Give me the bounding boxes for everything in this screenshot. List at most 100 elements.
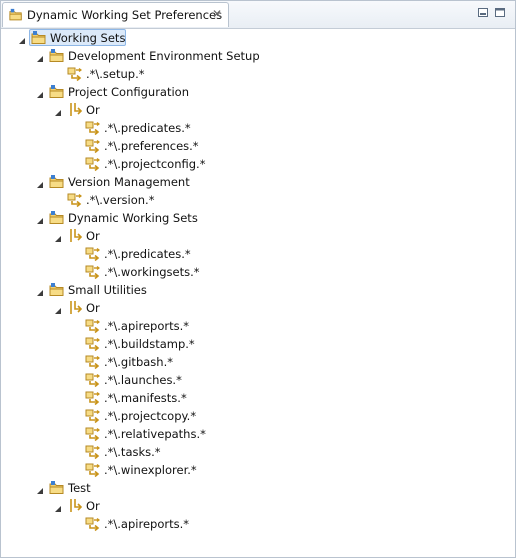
minimize-icon[interactable]	[477, 7, 489, 18]
expanded-twisty-icon[interactable]	[35, 51, 45, 62]
tree-item[interactable]: .*\.apireports.*	[1, 515, 513, 533]
tree-item[interactable]: .*\.winexplorer.*	[1, 461, 513, 479]
tree-item-label: Working Sets	[50, 31, 126, 45]
name-pattern-icon	[85, 156, 101, 172]
tree-item-label: .*\.projectconfig.*	[104, 157, 206, 171]
tree-item-label: .*\.projectcopy.*	[104, 409, 197, 423]
tree-item[interactable]: .*\.apireports.*	[1, 317, 513, 335]
tree-item-label: .*\.manifests.*	[104, 391, 187, 405]
tree-item[interactable]: .*\.predicates.*	[1, 119, 513, 137]
tree-item-label: .*\.apireports.*	[104, 517, 189, 531]
name-pattern-icon	[85, 120, 101, 136]
working-set-folder-icon	[31, 30, 47, 46]
view-tab[interactable]: Dynamic Working Set Preferences ✕	[2, 2, 229, 27]
tree-item[interactable]: .*\.gitbash.*	[1, 353, 513, 371]
name-pattern-icon	[85, 264, 101, 280]
expanded-twisty-icon[interactable]	[53, 231, 63, 242]
name-pattern-icon	[85, 138, 101, 154]
tree-item[interactable]: Dynamic Working Sets	[1, 209, 513, 227]
working-set-folder-icon	[49, 174, 65, 190]
working-set-folder-icon	[49, 84, 65, 100]
or-operator-icon	[67, 300, 83, 316]
tree-item[interactable]: .*\.launches.*	[1, 371, 513, 389]
view-tab-title: Dynamic Working Set Preferences	[27, 8, 223, 22]
tree-item[interactable]: .*\.version.*	[1, 191, 513, 209]
expanded-twisty-icon[interactable]	[35, 285, 45, 296]
tree-item-label: Or	[86, 103, 100, 117]
name-pattern-icon	[85, 462, 101, 478]
tree-item[interactable]: Development Environment Setup	[1, 47, 513, 65]
tree-item-label: .*\.apireports.*	[104, 319, 189, 333]
tree-item-label: Version Management	[68, 175, 190, 189]
tree-item[interactable]: Or	[1, 497, 513, 515]
expanded-twisty-icon[interactable]	[35, 177, 45, 188]
tree-item-label: .*\.gitbash.*	[104, 355, 173, 369]
tree-item-label: Small Utilities	[68, 283, 147, 297]
tree-item-label: .*\.workingsets.*	[104, 265, 200, 279]
tree-item-label: .*\.relativepaths.*	[104, 427, 206, 441]
view-frame: Dynamic Working Set Preferences ✕ Workin…	[0, 0, 516, 558]
tree-item-label: Or	[86, 301, 100, 315]
tree-item-label: .*\.predicates.*	[104, 121, 191, 135]
expanded-twisty-icon[interactable]	[53, 501, 63, 512]
tree-item[interactable]: .*\.manifests.*	[1, 389, 513, 407]
working-sets-tree[interactable]: Working Sets Development Environment Setu…	[1, 29, 515, 557]
name-pattern-icon	[85, 444, 101, 460]
tree-item[interactable]: Project Configuration	[1, 83, 513, 101]
tree-item[interactable]: .*\.tasks.*	[1, 443, 513, 461]
tree-item[interactable]: .*\.predicates.*	[1, 245, 513, 263]
tree-item-label: .*\.predicates.*	[104, 247, 191, 261]
tree-item[interactable]: .*\.workingsets.*	[1, 263, 513, 281]
expanded-twisty-icon[interactable]	[53, 105, 63, 116]
or-operator-icon	[67, 228, 83, 244]
tree-item[interactable]: .*\.relativepaths.*	[1, 425, 513, 443]
or-operator-icon	[67, 102, 83, 118]
working-set-folder-icon	[9, 8, 23, 22]
tree-item-label: Or	[86, 499, 100, 513]
name-pattern-icon	[85, 408, 101, 424]
tree-item[interactable]: .*\.projectcopy.*	[1, 407, 513, 425]
tree-item-label: .*\.preferences.*	[104, 139, 199, 153]
name-pattern-icon	[85, 390, 101, 406]
tree-item-label: .*\.buildstamp.*	[104, 337, 195, 351]
tree-item[interactable]: Or	[1, 101, 513, 119]
tree-item-label: .*\.winexplorer.*	[104, 463, 197, 477]
tree-item-label: Project Configuration	[68, 85, 189, 99]
name-pattern-icon	[85, 372, 101, 388]
view-tab-bar: Dynamic Working Set Preferences ✕	[1, 1, 515, 29]
working-set-folder-icon	[49, 210, 65, 226]
name-pattern-icon	[85, 354, 101, 370]
expanded-twisty-icon[interactable]	[35, 87, 45, 98]
tree-item-label: .*\.tasks.*	[104, 445, 161, 459]
expanded-twisty-icon[interactable]	[17, 33, 27, 44]
tree-item-label: .*\.launches.*	[104, 373, 182, 387]
tree-item-label: Test	[68, 481, 91, 495]
name-pattern-icon	[85, 246, 101, 262]
tree-item[interactable]: Working Sets	[1, 29, 513, 47]
tree-item-label: Or	[86, 229, 100, 243]
tree-item-label: Development Environment Setup	[68, 49, 260, 63]
expanded-twisty-icon[interactable]	[53, 303, 63, 314]
working-set-folder-icon	[49, 480, 65, 496]
tree-item[interactable]: .*\.projectconfig.*	[1, 155, 513, 173]
tree-item-label: .*\.setup.*	[86, 67, 145, 81]
working-set-folder-icon	[49, 282, 65, 298]
tree-item[interactable]: .*\.setup.*	[1, 65, 513, 83]
working-set-folder-icon	[49, 48, 65, 64]
tree-item[interactable]: .*\.preferences.*	[1, 137, 513, 155]
close-icon[interactable]: ✕	[212, 7, 226, 21]
expanded-twisty-icon[interactable]	[35, 483, 45, 494]
name-pattern-icon	[67, 66, 83, 82]
tree-item[interactable]: .*\.buildstamp.*	[1, 335, 513, 353]
tree-item[interactable]: Version Management	[1, 173, 513, 191]
maximize-icon[interactable]	[494, 7, 506, 18]
tree-item[interactable]: Small Utilities	[1, 281, 513, 299]
expanded-twisty-icon[interactable]	[35, 213, 45, 224]
tree-item-label: Dynamic Working Sets	[68, 211, 198, 225]
name-pattern-icon	[67, 192, 83, 208]
name-pattern-icon	[85, 516, 101, 532]
or-operator-icon	[67, 498, 83, 514]
tree-item[interactable]: Or	[1, 227, 513, 245]
tree-item[interactable]: Or	[1, 299, 513, 317]
tree-item[interactable]: Test	[1, 479, 513, 497]
